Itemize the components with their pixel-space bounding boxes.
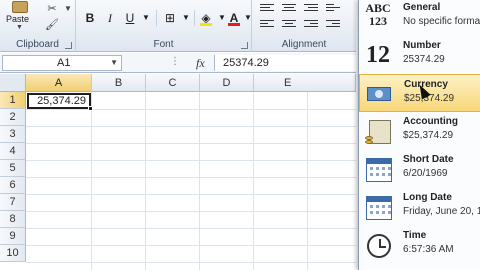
column-header-b[interactable]: B: [92, 74, 146, 92]
font-group: B I U ▼ ⊞ ▼ ◈ ▼ A ▼ Font: [76, 0, 252, 52]
align-top-icon[interactable]: [260, 2, 274, 14]
format-option-accounting[interactable]: Accounting $25,374.29: [359, 112, 480, 150]
calendar-icon: [363, 154, 393, 184]
row-header-8[interactable]: 8: [0, 211, 26, 228]
formula-input[interactable]: 25374.29: [214, 55, 356, 71]
formula-bar: A1 ▼ ⋮ fx 25374.29: [0, 53, 356, 73]
select-all-corner[interactable]: [0, 74, 26, 92]
chevron-down-icon[interactable]: ▼: [60, 2, 76, 16]
chevron-down-icon[interactable]: ▼: [110, 56, 118, 70]
format-option-example: Friday, June 20, 1: [403, 206, 480, 217]
align-left-icon[interactable]: [260, 18, 274, 30]
font-group-label: Font: [153, 39, 174, 50]
borders-icon[interactable]: ⊞: [162, 10, 178, 26]
format-option-title: Accounting: [403, 116, 458, 127]
clock-icon: [363, 230, 393, 260]
bold-button[interactable]: B: [82, 10, 98, 26]
align-middle-icon[interactable]: [282, 2, 296, 14]
underline-button[interactable]: U: [122, 10, 138, 26]
format-option-title: Number: [403, 40, 441, 51]
accounting-icon: [363, 116, 393, 146]
number-12-icon: 12: [366, 42, 390, 68]
currency-icon: [364, 79, 394, 109]
cut-icon[interactable]: ✂: [44, 2, 60, 16]
chevron-down-icon[interactable]: ▼: [178, 10, 194, 26]
paste-button[interactable]: Paste ▼: [6, 0, 34, 34]
more-icon: ⋮: [170, 56, 180, 67]
format-option-example: 6/20/1969: [403, 168, 448, 179]
chevron-down-icon: ▼: [16, 24, 23, 31]
column-header-a[interactable]: A: [26, 74, 92, 92]
row-header-10[interactable]: 10: [0, 245, 26, 262]
format-option-short-date[interactable]: Short Date 6/20/1969: [359, 150, 480, 188]
italic-button[interactable]: I: [102, 10, 118, 26]
format-option-example: 6:57:36 AM: [403, 244, 454, 255]
format-option-example: No specific forma: [403, 16, 480, 27]
row-header-9[interactable]: 9: [0, 228, 26, 245]
chevron-down-icon[interactable]: ▼: [138, 10, 154, 26]
format-option-time[interactable]: Time 6:57:36 AM: [359, 226, 480, 264]
format-option-title: Long Date: [403, 192, 452, 203]
row-header-2[interactable]: 2: [0, 109, 26, 126]
clipboard-group: Paste ▼ ✂ ▼ 🖌 Clipboard: [0, 0, 76, 52]
fill-color-button[interactable]: ◈: [198, 10, 214, 26]
row-header-3[interactable]: 3: [0, 126, 26, 143]
format-option-number[interactable]: 12 Number 25374.29: [359, 36, 480, 74]
clipboard-icon: [12, 1, 28, 13]
dialog-launcher-icon[interactable]: [65, 42, 72, 49]
indent-icon[interactable]: [326, 18, 340, 30]
row-header-7[interactable]: 7: [0, 194, 26, 211]
spreadsheet-grid: A B C D E 1 2 3 4 5 6 7 8 9 10 25,374.29: [0, 74, 356, 270]
format-option-title: Short Date: [403, 154, 454, 165]
calendar-icon: [363, 192, 393, 222]
align-center-icon[interactable]: [282, 18, 296, 30]
insert-function-button[interactable]: fx: [196, 56, 205, 71]
column-header-d[interactable]: D: [200, 74, 254, 92]
number-format-dropdown: ABC 123 General No specific forma 12 Numb…: [358, 0, 480, 270]
name-box[interactable]: A1 ▼: [2, 55, 122, 71]
orientation-icon[interactable]: [326, 2, 340, 14]
format-option-example: $25,374.29: [403, 130, 454, 141]
row-header-6[interactable]: 6: [0, 177, 26, 194]
alignment-group-label: Alignment: [281, 39, 327, 50]
clipboard-group-label: Clipboard: [16, 39, 59, 50]
column-header-e[interactable]: E: [254, 74, 356, 92]
row-header-4[interactable]: 4: [0, 143, 26, 160]
row-header-1[interactable]: 1: [0, 92, 26, 109]
fill-handle[interactable]: [88, 106, 93, 111]
cell-a1[interactable]: 25,374.29: [27, 93, 93, 111]
align-bottom-icon[interactable]: [304, 2, 318, 14]
align-right-icon[interactable]: [304, 18, 318, 30]
format-painter-icon[interactable]: 🖌: [44, 18, 60, 32]
cell-a1-value: 25,374.29: [37, 95, 86, 107]
format-option-long-date[interactable]: Long Date Friday, June 20, 1: [359, 188, 480, 226]
abc-123-icon: ABC 123: [365, 1, 391, 28]
format-option-title: Time: [403, 230, 427, 241]
ribbon: Paste ▼ ✂ ▼ 🖌 Clipboard B I U ▼ ⊞ ▼ ◈ ▼ …: [0, 0, 356, 52]
format-option-title: General: [403, 2, 441, 13]
name-box-value: A1: [57, 57, 71, 69]
alignment-group: Alignment: [252, 0, 356, 52]
paste-label: Paste: [6, 14, 30, 24]
format-option-general[interactable]: ABC 123 General No specific forma: [359, 0, 480, 36]
dialog-launcher-icon[interactable]: [241, 42, 248, 49]
column-header-c[interactable]: C: [146, 74, 200, 92]
format-option-example: 25374.29: [403, 54, 445, 65]
row-header-5[interactable]: 5: [0, 160, 26, 177]
